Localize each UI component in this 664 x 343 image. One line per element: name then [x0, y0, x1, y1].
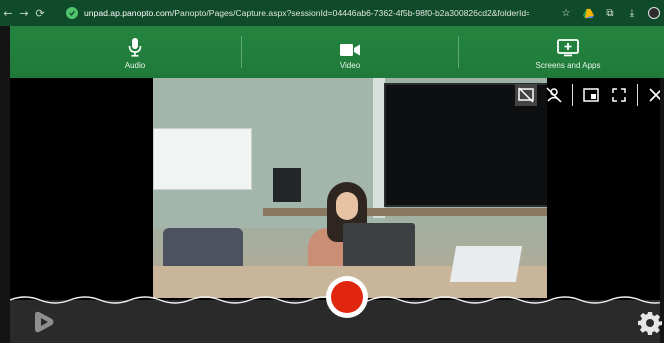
screens-and-apps-button[interactable]: Screens and Apps [520, 26, 616, 78]
toolbar-divider [241, 36, 242, 68]
url-host: unpad.ap.panopto.com [84, 8, 172, 18]
extensions-puzzle-icon[interactable]: ⧉ [604, 7, 616, 19]
no-screen-icon[interactable] [515, 84, 537, 106]
browser-extensions: ☆ ⧉ ⤓ [560, 4, 664, 22]
forward-icon[interactable]: → [16, 7, 32, 20]
audio-button[interactable]: Audio [95, 26, 175, 78]
no-person-icon[interactable] [543, 84, 565, 106]
screens-and-apps-label: Screens and Apps [535, 60, 601, 70]
audio-label: Audio [124, 60, 146, 70]
shelf [263, 208, 547, 216]
back-icon[interactable]: ← [0, 7, 16, 20]
profile-avatar[interactable] [648, 7, 660, 19]
capture-toolbar: Audio Video Screens and Apps [0, 26, 664, 78]
window-edge [0, 26, 10, 343]
video-button[interactable]: Video [310, 26, 390, 78]
video-camera-icon [340, 35, 360, 57]
webcam-preview [153, 78, 547, 298]
url-path: /Panopto/Pages/Capture.aspx?sessionId=04… [171, 8, 529, 18]
bookmark-star-icon[interactable]: ☆ [560, 7, 572, 19]
person-face [336, 192, 358, 220]
google-drive-icon[interactable] [582, 7, 594, 19]
record-dot [331, 281, 363, 313]
record-button[interactable] [326, 276, 368, 318]
monitor [273, 168, 301, 202]
picture-in-picture-icon[interactable] [580, 84, 602, 106]
browser-toolbar: ← → ⟳ unpad.ap.panopto.com/Panopto/Pages… [0, 0, 664, 26]
download-icon[interactable]: ⤓ [626, 7, 638, 19]
preview-overlay-controls [512, 78, 664, 112]
panopto-logo-icon [35, 311, 54, 333]
toolbar-divider [458, 36, 459, 68]
site-info-icon[interactable] [66, 7, 78, 19]
screen-share-icon [557, 35, 579, 57]
overlay-divider [572, 84, 573, 106]
preview-stage [10, 78, 663, 300]
video-label: Video [339, 60, 361, 70]
fullscreen-icon[interactable] [608, 84, 630, 106]
address-bar[interactable]: unpad.ap.panopto.com/Panopto/Pages/Captu… [66, 4, 552, 22]
microphone-icon [128, 35, 142, 57]
window-edge [660, 78, 664, 343]
whiteboard [153, 128, 252, 190]
url-text: unpad.ap.panopto.com/Panopto/Pages/Captu… [84, 8, 529, 18]
overlay-divider [637, 84, 638, 106]
reload-icon[interactable]: ⟳ [32, 7, 48, 20]
second-laptop [449, 246, 523, 282]
settings-gear-icon[interactable] [638, 311, 662, 335]
